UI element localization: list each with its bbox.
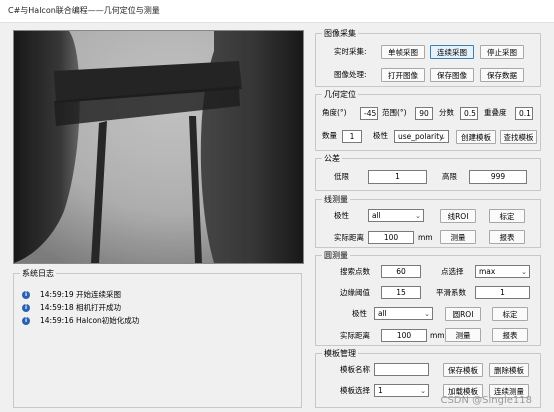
line-polarity-select[interactable]: all ⌄ [368, 209, 424, 222]
single-capture-button[interactable]: 单帧采图 [381, 45, 425, 59]
info-icon: i [22, 291, 30, 299]
circle-roi-button[interactable]: 圆ROI [445, 307, 481, 321]
title-bar: C#与Halcon联合编程——几何定位与测量 [0, 0, 554, 23]
score-input[interactable]: 0.5 [460, 107, 478, 120]
template-name-label: 模板名称 [340, 365, 370, 374]
template-select-value: 1 [378, 386, 383, 395]
point-select[interactable]: max ⌄ [475, 265, 530, 278]
line-report-button[interactable]: 报表 [489, 230, 525, 244]
circle-polarity-select[interactable]: all ⌄ [374, 307, 433, 320]
smoothing-label: 平滑系数 [436, 288, 466, 297]
score-label: 分数 [439, 108, 454, 117]
delete-template-button[interactable]: 删除模板 [489, 363, 529, 377]
count-input[interactable]: 1 [342, 130, 362, 143]
find-template-button[interactable]: 查找模板 [500, 130, 537, 144]
log-message: Halcon初始化成功 [76, 316, 140, 325]
polarity-select[interactable]: use_polarity ⌄ [394, 130, 449, 143]
log-message: 相机打开成功 [76, 303, 121, 312]
circle-measure-button[interactable]: 测量 [445, 328, 481, 342]
system-log-title: 系统日志 [20, 269, 56, 279]
locate-panel: 几何定位 角度(°) -45 范围(°) 90 分数 0.5 重叠度 0.1 数… [315, 90, 541, 151]
acquire-title: 图像采集 [322, 29, 358, 39]
overlap-input[interactable]: 0.1 [515, 107, 533, 120]
line-distance-input[interactable]: 100 [368, 231, 414, 244]
line-polarity-value: all [372, 211, 381, 220]
polarity-select-value: use_polarity [398, 132, 444, 141]
circle-report-button[interactable]: 报表 [492, 328, 528, 342]
chevron-down-icon: ⌄ [521, 268, 527, 276]
save-template-button[interactable]: 保存模板 [443, 363, 483, 377]
line-distance-unit: mm [418, 233, 433, 242]
watermark: CSDN @Single118 [440, 395, 532, 406]
polarity-label: 极性 [373, 131, 388, 140]
high-limit-input[interactable]: 999 [469, 170, 527, 184]
angle-label: 角度(°) [322, 108, 347, 117]
line-measure-button[interactable]: 测量 [440, 230, 476, 244]
circle-distance-unit: mm [430, 331, 445, 340]
template-mgmt-title: 模板管理 [322, 349, 358, 359]
log-time: 14:59:16 [40, 316, 74, 325]
window-title: C#与Halcon联合编程——几何定位与测量 [8, 6, 160, 15]
info-icon: i [22, 304, 30, 312]
stop-capture-button[interactable]: 停止采图 [480, 45, 524, 59]
low-limit-input[interactable]: 1 [368, 170, 427, 184]
save-data-button[interactable]: 保存数据 [480, 68, 524, 82]
overlap-label: 重叠度 [484, 108, 507, 117]
open-image-button[interactable]: 打开图像 [381, 68, 425, 82]
line-measure-panel: 线测量 极性 all ⌄ 线ROI 标定 实际距离 100 mm 测量 报表 [315, 195, 541, 248]
point-select-value: max [479, 267, 496, 276]
log-time: 14:59:19 [40, 290, 74, 299]
low-limit-label: 低限 [334, 172, 349, 181]
edge-threshold-input[interactable]: 15 [381, 286, 421, 299]
chevron-down-icon: ⌄ [424, 310, 430, 318]
continuous-capture-button[interactable]: 连续采图 [430, 45, 474, 59]
process-label: 图像处理: [334, 70, 367, 79]
chevron-down-icon: ⌄ [440, 133, 446, 141]
tolerance-panel: 公差 低限 1 高限 999 [315, 154, 541, 191]
log-message: 开始连续采图 [76, 290, 121, 299]
circle-calibrate-button[interactable]: 标定 [492, 307, 528, 321]
line-roi-button[interactable]: 线ROI [440, 209, 476, 223]
circle-polarity-value: all [378, 309, 387, 318]
camera-image [14, 31, 303, 263]
chevron-down-icon: ⌄ [420, 387, 426, 395]
smoothing-input[interactable]: 1 [475, 286, 530, 299]
log-time: 14:59:18 [40, 303, 74, 312]
system-log-panel: 系统日志 i 14:59:19 开始连续采图 i 14:59:18 相机打开成功… [13, 269, 302, 408]
range-input[interactable]: 90 [415, 107, 433, 120]
tolerance-title: 公差 [322, 154, 342, 164]
circle-distance-label: 实际距离 [340, 331, 370, 340]
template-select-label: 模板选择 [340, 386, 370, 395]
chevron-down-icon: ⌄ [415, 212, 421, 220]
search-points-label: 搜索点数 [340, 267, 370, 276]
circle-polarity-label: 极性 [352, 309, 367, 318]
line-distance-label: 实际距离 [334, 233, 364, 242]
image-viewer[interactable] [13, 30, 304, 264]
save-image-button[interactable]: 保存图像 [430, 68, 474, 82]
acquire-panel: 图像采集 实时采集: 单帧采图 连续采图 停止采图 图像处理: 打开图像 保存图… [315, 29, 541, 87]
count-label: 数量 [322, 131, 337, 140]
point-select-label: 点选择 [441, 267, 464, 276]
range-label: 范围(°) [382, 108, 407, 117]
edge-threshold-label: 边缘阈值 [340, 288, 370, 297]
circle-measure-title: 圆测量 [322, 251, 350, 261]
search-points-input[interactable]: 60 [381, 265, 421, 278]
info-icon: i [22, 317, 30, 325]
angle-input[interactable]: -45 [360, 107, 378, 120]
realtime-label: 实时采集: [334, 47, 367, 56]
line-calibrate-button[interactable]: 标定 [489, 209, 525, 223]
circle-distance-input[interactable]: 100 [381, 329, 427, 342]
high-limit-label: 高限 [442, 172, 457, 181]
create-template-button[interactable]: 创建模板 [456, 130, 496, 144]
template-name-input[interactable] [374, 363, 429, 376]
circle-measure-panel: 圆测量 搜索点数 60 点选择 max ⌄ 边缘阈值 15 平滑系数 1 极性 … [315, 251, 541, 346]
line-polarity-label: 极性 [334, 211, 349, 220]
template-select[interactable]: 1 ⌄ [374, 384, 429, 397]
locate-title: 几何定位 [322, 90, 358, 100]
line-measure-title: 线测量 [322, 195, 350, 205]
